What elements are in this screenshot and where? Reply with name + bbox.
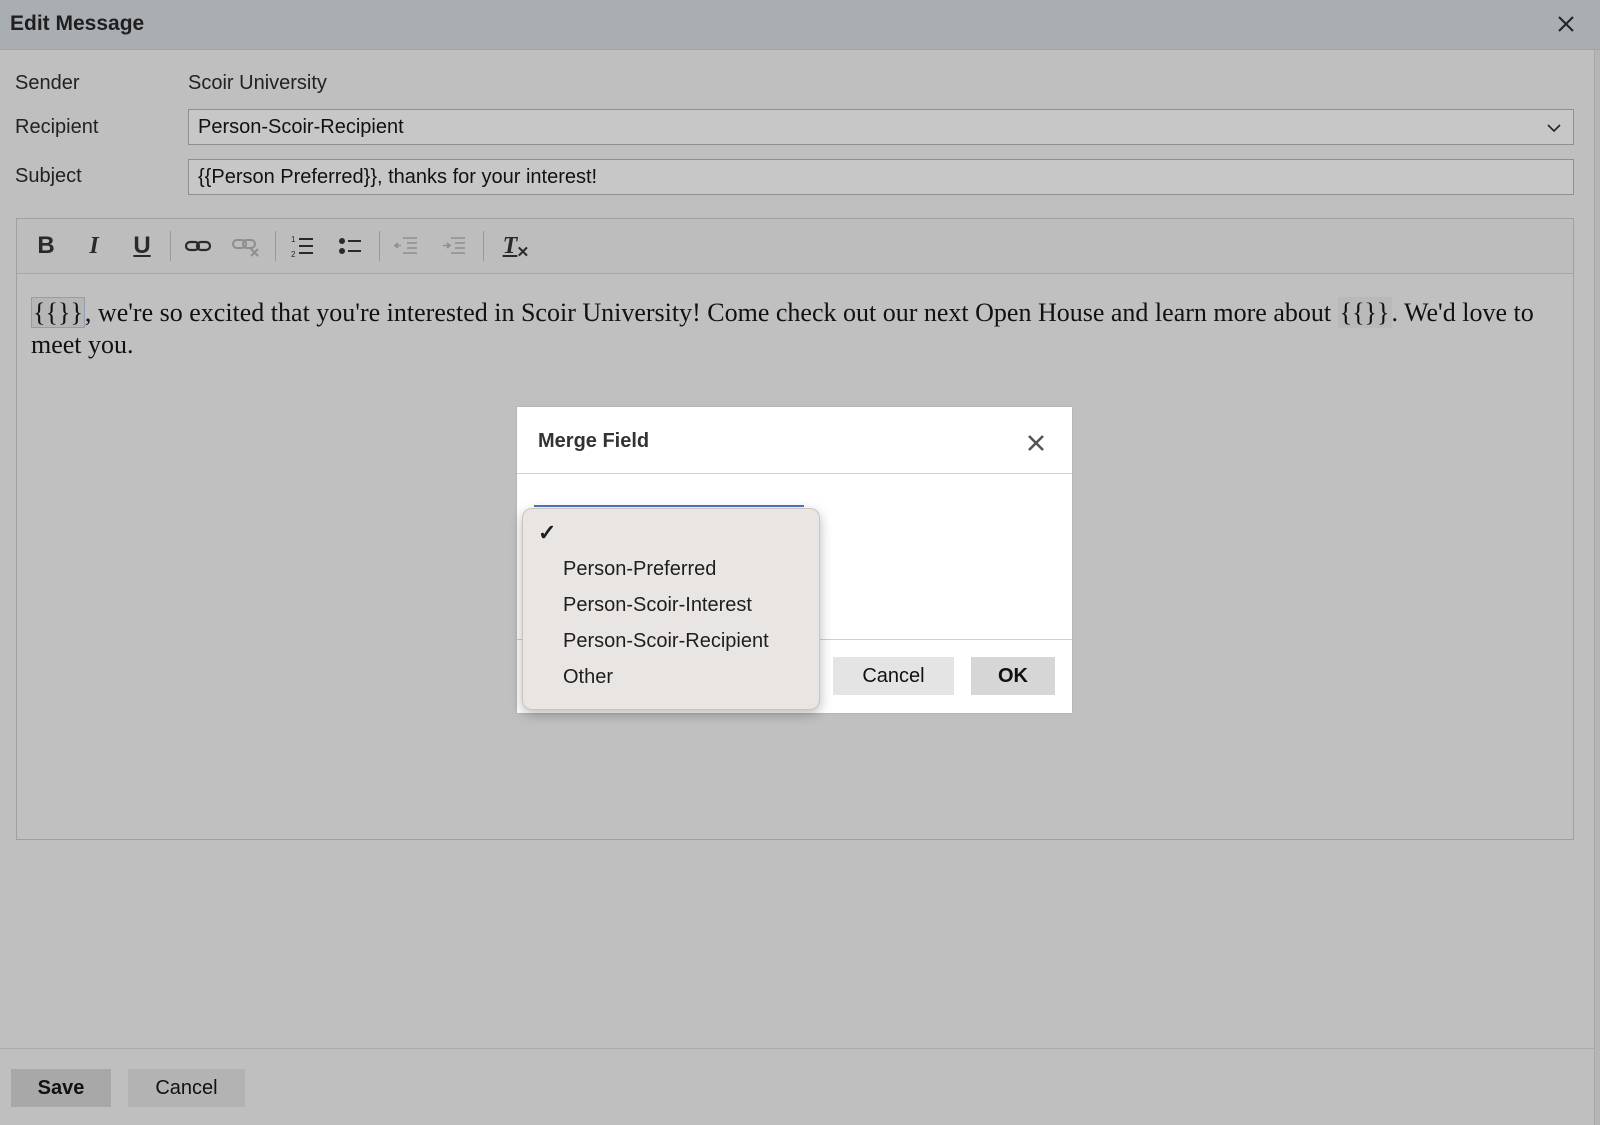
merge-option-label: Person-Scoir-Recipient (563, 630, 769, 652)
editor-content[interactable]: {{}}, we're so excited that you're inter… (31, 297, 1556, 361)
merge-option-other[interactable]: Other (523, 659, 819, 695)
numbered-list-icon: 1 2 (291, 235, 313, 259)
editor-text: , we're so excited that you're intereste… (84, 298, 1338, 327)
merge-field-close-button[interactable] (1021, 428, 1051, 458)
merge-option-label: Person-Scoir-Interest (563, 594, 752, 616)
window-title: Edit Message (10, 12, 145, 35)
bullet-list-button[interactable] (335, 231, 365, 261)
italic-icon: I (89, 232, 99, 259)
dialog-footer: Save Cancel (0, 1048, 1594, 1125)
svg-text:2: 2 (291, 250, 296, 259)
underline-icon: U (133, 232, 151, 259)
merge-option-empty[interactable]: ✓ (523, 515, 819, 551)
save-button[interactable]: Save (11, 1069, 111, 1107)
chevron-down-icon (1545, 119, 1563, 142)
toolbar-divider (275, 231, 276, 261)
toolbar-divider (379, 231, 380, 261)
merge-field-header: Merge Field (517, 407, 1072, 474)
editor-toolbar: B I U 1 2 T ✕ (17, 219, 1573, 274)
svg-text:1: 1 (291, 235, 296, 244)
clear-formatting-button[interactable]: T ✕ (495, 231, 530, 261)
merge-token[interactable]: {{}} (31, 297, 85, 328)
merge-ok-button[interactable]: OK (971, 657, 1055, 695)
recipient-select[interactable]: Person-Scoir-Recipient (188, 109, 1574, 145)
unlink-icon (232, 239, 259, 257)
merge-option-person-scoir-recipient[interactable]: Person-Scoir-Recipient (523, 623, 819, 659)
subject-input[interactable]: {{Person Preferred}}, thanks for your in… (188, 159, 1574, 195)
indent-icon (443, 237, 465, 254)
merge-option-person-scoir-interest[interactable]: Person-Scoir-Interest (523, 587, 819, 623)
close-icon (1028, 435, 1044, 451)
clear-formatting-icon: T ✕ (502, 232, 530, 261)
recipient-label: Recipient (15, 116, 99, 138)
toolbar-divider (483, 231, 484, 261)
outdent-icon (393, 237, 417, 254)
sender-value: Scoir University (188, 72, 327, 94)
link-button[interactable] (183, 231, 213, 261)
window-close-button[interactable] (1550, 8, 1582, 40)
checkmark-icon: ✓ (538, 520, 557, 545)
merge-token[interactable]: {{}} (1337, 297, 1392, 328)
recipient-select-value: Person-Scoir-Recipient (198, 116, 404, 138)
bullet-list-icon (339, 238, 361, 254)
clear-formatting-letter: T (502, 232, 518, 259)
unlink-button[interactable] (231, 231, 261, 261)
window-edge (1594, 50, 1600, 1125)
cancel-button[interactable]: Cancel (128, 1069, 245, 1107)
merge-field-options: ✓ Person-Preferred Person-Scoir-Interest… (522, 508, 820, 710)
bold-button[interactable]: B (31, 231, 61, 261)
italic-button[interactable]: I (79, 231, 109, 261)
bold-icon: B (37, 232, 55, 259)
merge-field-select[interactable] (534, 505, 804, 507)
outdent-button[interactable] (391, 231, 421, 261)
close-icon (1558, 16, 1574, 32)
merge-option-label: Other (563, 666, 614, 688)
subject-input-value: {{Person Preferred}}, thanks for your in… (198, 166, 598, 188)
sender-label: Sender (15, 72, 80, 94)
numbered-list-button[interactable]: 1 2 (287, 231, 317, 261)
merge-option-label: Person-Preferred (563, 558, 717, 580)
link-icon (184, 240, 212, 252)
subject-label: Subject (15, 165, 82, 187)
merge-cancel-button[interactable]: Cancel (833, 657, 954, 695)
merge-option-person-preferred[interactable]: Person-Preferred (523, 551, 819, 587)
underline-button[interactable]: U (127, 231, 157, 261)
merge-field-title: Merge Field (538, 430, 650, 452)
toolbar-divider (170, 231, 171, 261)
window-titlebar: Edit Message (0, 0, 1600, 50)
indent-button[interactable] (439, 231, 469, 261)
